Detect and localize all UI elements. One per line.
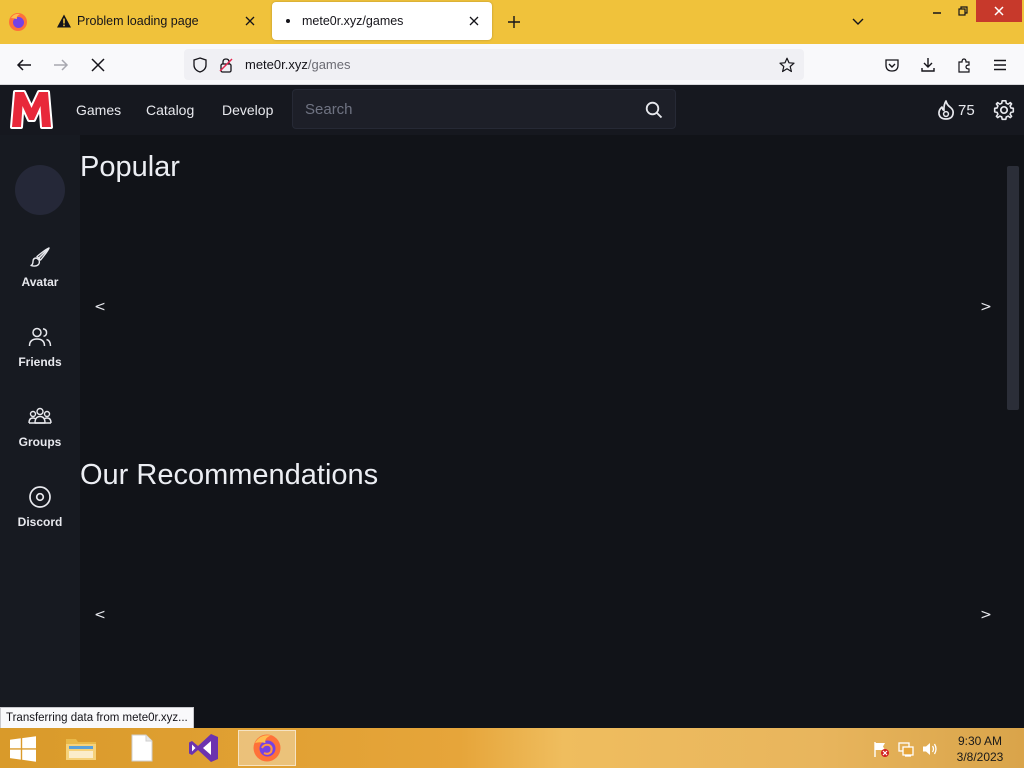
paintbrush-icon [28, 245, 52, 269]
firefox-icon[interactable] [8, 12, 28, 32]
notepad-icon[interactable] [115, 730, 169, 766]
carousel-next-button[interactable]: > [977, 606, 995, 624]
volume-icon[interactable] [921, 740, 939, 758]
friends-icon [28, 325, 52, 349]
nav-games[interactable]: Games [76, 102, 121, 118]
sidebar-item-label: Avatar [21, 275, 59, 289]
close-tab-icon[interactable] [462, 9, 486, 33]
sidebar-item-groups[interactable]: Groups [0, 405, 80, 465]
sidebar: Avatar Friends Groups Discord [0, 135, 80, 728]
sidebar-item-friends[interactable]: Friends [0, 325, 80, 385]
file-explorer-icon[interactable] [54, 730, 108, 766]
currency-icon [936, 99, 956, 121]
pocket-icon[interactable] [879, 52, 905, 78]
loading-dot-icon [280, 13, 296, 29]
search-input[interactable] [293, 90, 633, 128]
close-tab-icon[interactable] [238, 9, 262, 33]
tab-problem-loading[interactable]: Problem loading page [44, 2, 268, 40]
insecure-lock-icon[interactable] [216, 55, 236, 75]
warning-icon [56, 13, 72, 29]
sidebar-item-discord[interactable]: Discord [0, 485, 80, 545]
discord-icon [28, 485, 52, 509]
forward-button[interactable] [48, 52, 74, 78]
new-tab-button[interactable] [502, 10, 526, 34]
groups-icon [28, 405, 52, 429]
navigation-toolbar: mete0r.xyz/games [0, 44, 1024, 85]
clock-date: 3/8/2023 [956, 750, 1004, 764]
back-button[interactable] [11, 52, 37, 78]
bookmark-star-icon[interactable] [776, 54, 798, 76]
carousel-prev-button[interactable]: < [91, 298, 109, 316]
site-search-box [292, 89, 676, 129]
tab-games[interactable]: mete0r.xyz/games [272, 2, 492, 40]
clock-time: 9:30 AM [957, 734, 1003, 748]
sidebar-item-label: Friends [18, 355, 62, 369]
system-clock[interactable]: 9:30 AM 3/8/2023 [950, 733, 1010, 765]
firefox-icon[interactable] [238, 730, 296, 766]
downloads-icon[interactable] [915, 52, 941, 78]
search-icon[interactable] [643, 99, 665, 121]
taskbar: 9:30 AM 3/8/2023 [0, 728, 1024, 768]
nav-develop[interactable]: Develop [222, 102, 273, 118]
status-text: Transferring data from mete0r.xyz... [0, 707, 194, 729]
tab-label: mete0r.xyz/games [302, 14, 404, 28]
nav-catalog[interactable]: Catalog [146, 102, 194, 118]
currency-balance[interactable]: 75 [936, 98, 975, 122]
sidebar-item-label: Groups [18, 435, 62, 449]
tracking-protection-shield-icon[interactable] [190, 55, 210, 75]
avatar[interactable] [15, 165, 65, 215]
sidebar-item-avatar[interactable]: Avatar [0, 245, 80, 305]
extensions-icon[interactable] [951, 52, 977, 78]
close-window-button[interactable] [976, 0, 1022, 22]
visual-studio-icon[interactable] [177, 730, 231, 766]
list-all-tabs-button[interactable] [846, 10, 870, 34]
carousel-next-button[interactable]: > [977, 298, 995, 316]
stop-loading-button[interactable] [85, 52, 111, 78]
url-host: mete0r.xyz [245, 57, 308, 72]
start-button[interactable] [8, 736, 38, 762]
site-header: Games Catalog Develop 75 [0, 85, 1024, 135]
main-content: Popular < > Our Recommendations < > [80, 135, 1024, 728]
carousel-prev-button[interactable]: < [91, 606, 109, 624]
address-bar[interactable]: mete0r.xyz/games [184, 49, 804, 80]
site-logo[interactable] [10, 89, 53, 129]
section-title-recommendations: Our Recommendations [80, 459, 379, 491]
action-center-flag-icon[interactable] [872, 740, 890, 758]
tab-label: Problem loading page [77, 14, 199, 28]
url-path: /games [307, 57, 351, 72]
app-menu-icon[interactable] [987, 52, 1013, 78]
section-title-popular: Popular [80, 151, 180, 183]
browser-tab-strip: Problem loading page mete0r.xyz/games [0, 0, 1024, 44]
page-scrollbar[interactable] [1007, 166, 1019, 410]
restore-button[interactable] [948, 0, 978, 22]
settings-gear-icon[interactable] [992, 98, 1016, 122]
network-icon[interactable] [897, 740, 915, 758]
url-text[interactable]: mete0r.xyz/games [245, 57, 351, 72]
currency-amount: 75 [958, 101, 975, 119]
sidebar-item-label: Discord [17, 515, 63, 529]
